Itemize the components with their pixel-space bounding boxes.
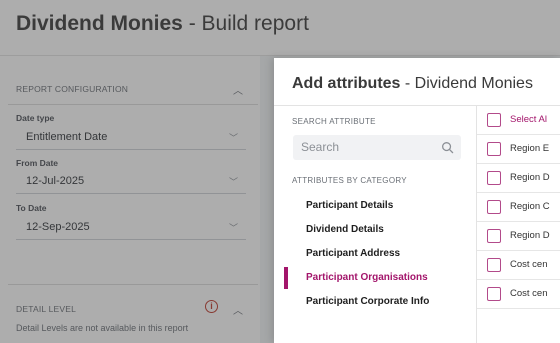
- attribute-checkbox[interactable]: [487, 200, 501, 214]
- category-participant-details[interactable]: Participant Details: [274, 194, 474, 218]
- category-list: Participant Details Dividend Details Par…: [274, 194, 474, 314]
- select-all-row[interactable]: Select Al: [477, 106, 560, 135]
- category-participant-organisations[interactable]: Participant Organisations: [274, 266, 474, 290]
- dialog-title: Add attributes - Dividend Monies: [292, 75, 533, 93]
- attribute-row[interactable]: Cost cen: [477, 280, 560, 309]
- search-icon[interactable]: [441, 141, 454, 154]
- dialog-title-bold: Add attributes: [292, 75, 401, 92]
- search-attribute-box[interactable]: [293, 135, 461, 160]
- attribute-row[interactable]: Cost cen: [477, 251, 560, 280]
- category-participant-corporate-info[interactable]: Participant Corporate Info: [274, 290, 474, 314]
- attribute-label: Cost cen: [510, 259, 548, 270]
- attribute-list: Select Al Region E Region D Region C Reg…: [477, 106, 560, 309]
- attribute-label: Region E: [510, 143, 550, 154]
- attribute-checkbox[interactable]: [487, 287, 501, 301]
- add-attributes-dialog: Add attributes - Dividend Monies SEARCH …: [274, 58, 560, 343]
- attributes-by-category-label: ATTRIBUTES BY CATEGORY: [292, 176, 407, 185]
- search-attribute-label: SEARCH ATTRIBUTE: [292, 117, 376, 126]
- search-input[interactable]: [301, 138, 431, 156]
- attribute-row[interactable]: Region C: [477, 193, 560, 222]
- attribute-label: Region D: [510, 230, 550, 241]
- attribute-checkbox[interactable]: [487, 229, 501, 243]
- category-participant-address[interactable]: Participant Address: [274, 242, 474, 266]
- select-all-checkbox[interactable]: [487, 113, 501, 127]
- attribute-row[interactable]: Region D: [477, 164, 560, 193]
- category-dividend-details[interactable]: Dividend Details: [274, 218, 474, 242]
- select-all-label: Select Al: [510, 114, 547, 125]
- attribute-row[interactable]: Region D: [477, 222, 560, 251]
- attribute-checkbox[interactable]: [487, 258, 501, 272]
- attribute-checkbox[interactable]: [487, 171, 501, 185]
- dialog-title-suffix: - Dividend Monies: [400, 75, 533, 92]
- attribute-checkbox[interactable]: [487, 142, 501, 156]
- attribute-label: Region C: [510, 201, 550, 212]
- attribute-label: Region D: [510, 172, 550, 183]
- attribute-label: Cost cen: [510, 288, 548, 299]
- attribute-row[interactable]: Region E: [477, 135, 560, 164]
